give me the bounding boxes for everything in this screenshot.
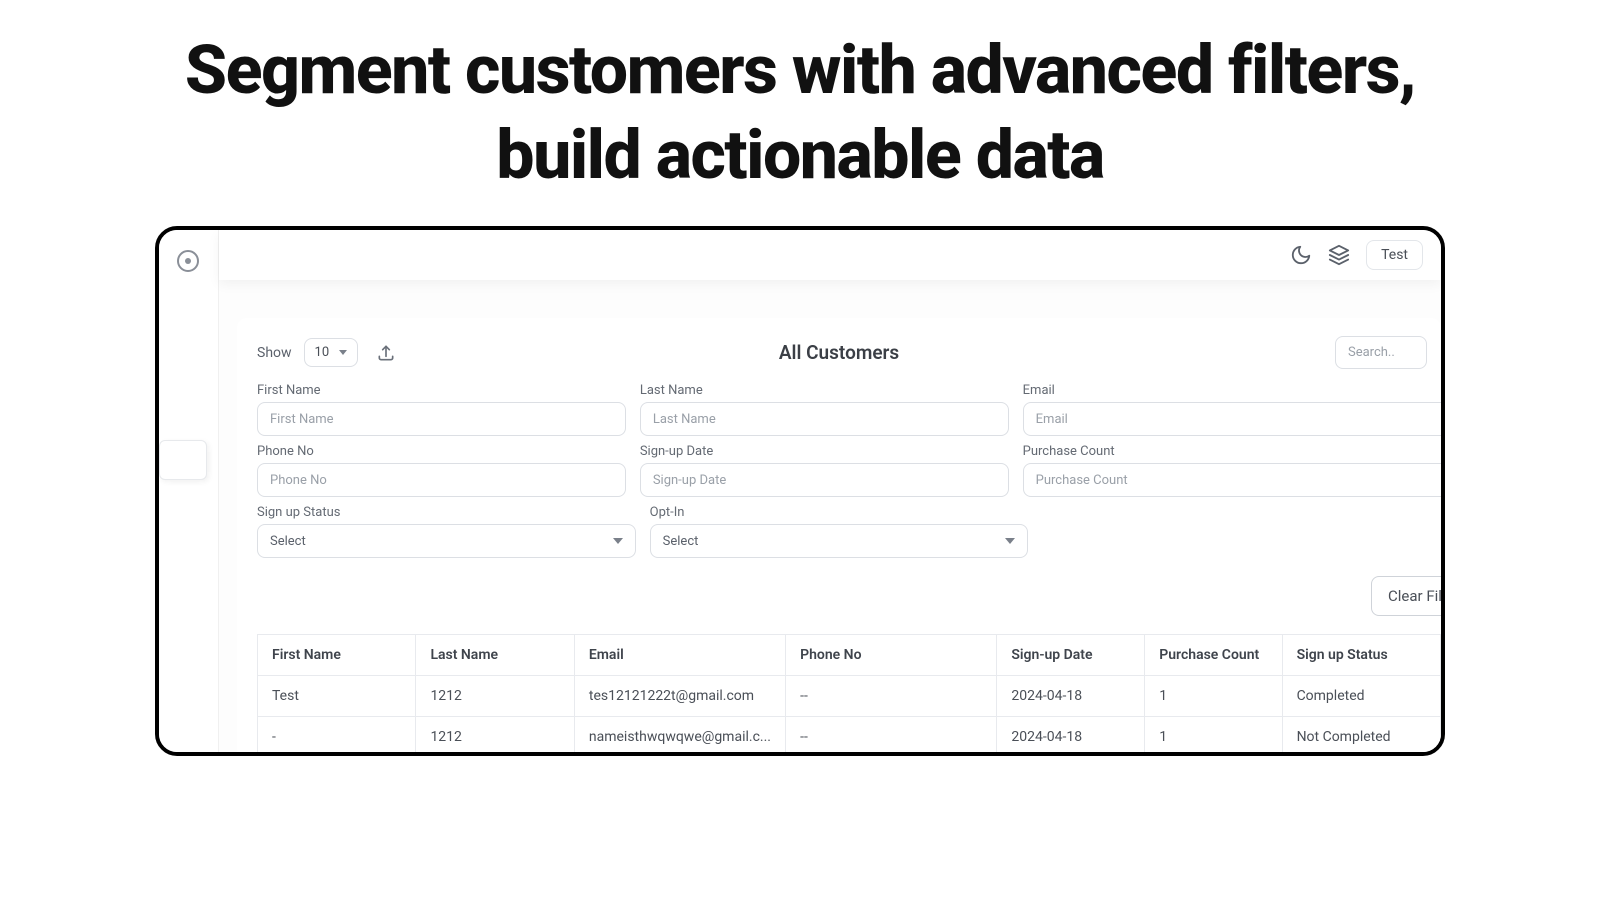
cell-phone: -- <box>786 717 997 757</box>
filter-last-name: Last Name Last Name <box>640 383 1009 436</box>
th-email[interactable]: Email <box>574 635 785 676</box>
cell-first-name: - <box>258 717 416 757</box>
page-size-value: 10 <box>315 345 330 360</box>
dark-mode-icon[interactable] <box>1290 244 1312 266</box>
panel-toolbar: Show 10 All Customers Search.. <box>237 336 1441 369</box>
signup-status-label: Sign up Status <box>257 505 636 520</box>
chevron-down-icon <box>1005 538 1015 544</box>
table-row[interactable]: - 1212 nameisthwqwqwe@gmail.c... -- 2024… <box>258 717 1441 757</box>
cell-purchase-count: 1 <box>1145 717 1282 757</box>
filter-purchase-count: Purchase Count Purchase Count <box>1023 444 1421 497</box>
opt-in-label: Opt-In <box>650 505 1029 520</box>
app-screenshot-frame: Test Show 10 All Customers Search.. Firs… <box>155 226 1445 756</box>
clear-filters-row: Clear Fil <box>237 566 1441 634</box>
target-icon[interactable] <box>177 250 199 272</box>
cell-signup-date: 2024-04-18 <box>997 717 1145 757</box>
signup-status-select[interactable]: Select <box>257 524 636 558</box>
table-header-row: First Name Last Name Email Phone No Sign… <box>258 635 1441 676</box>
opt-in-value: Select <box>663 534 699 549</box>
signup-status-value: Select <box>270 534 306 549</box>
export-icon[interactable] <box>372 339 400 367</box>
filter-row-3: Sign up Status Select Opt-In Select <box>237 505 1441 558</box>
filter-row-2: Phone No Phone No Sign-up Date Sign-up D… <box>237 444 1441 497</box>
headline-line-1: Segment customers with advanced filters, <box>185 30 1415 110</box>
cell-last-name: 1212 <box>416 717 574 757</box>
cell-phone: -- <box>786 676 997 717</box>
cell-signup-status: Completed <box>1282 676 1440 717</box>
last-name-label: Last Name <box>640 383 1009 398</box>
filter-opt-in: Opt-In Select <box>650 505 1029 558</box>
th-signup-status[interactable]: Sign up Status <box>1282 635 1440 676</box>
cell-last-name: 1212 <box>416 676 574 717</box>
th-first-name[interactable]: First Name <box>258 635 416 676</box>
cell-signup-date: 2024-04-18 <box>997 676 1145 717</box>
left-sidebar <box>159 230 219 752</box>
sidebar-active-tab-indicator[interactable] <box>159 440 207 480</box>
headline-line-2: build actionable data <box>496 115 1103 195</box>
th-purchase-count[interactable]: Purchase Count <box>1145 635 1282 676</box>
chevron-down-icon <box>339 350 347 355</box>
cell-email: nameisthwqwqwe@gmail.c... <box>574 717 785 757</box>
filter-signup-status: Sign up Status Select <box>257 505 636 558</box>
purchase-count-label: Purchase Count <box>1023 444 1421 459</box>
marketing-headline: Segment customers with advanced filters,… <box>0 0 1600 208</box>
cell-email: tes12121222t@gmail.com <box>574 676 785 717</box>
email-input[interactable]: Email <box>1023 402 1445 436</box>
first-name-input[interactable]: First Name <box>257 402 626 436</box>
purchase-count-input[interactable]: Purchase Count <box>1023 463 1445 497</box>
phone-label: Phone No <box>257 444 626 459</box>
phone-input[interactable]: Phone No <box>257 463 626 497</box>
chevron-down-icon <box>613 538 623 544</box>
top-bar: Test <box>219 230 1441 280</box>
opt-in-select[interactable]: Select <box>650 524 1029 558</box>
filter-row-1: First Name First Name Last Name Last Nam… <box>237 383 1441 436</box>
table-row[interactable]: Test 1212 tes12121222t@gmail.com -- 2024… <box>258 676 1441 717</box>
customers-panel: Show 10 All Customers Search.. First Nam… <box>237 318 1441 756</box>
filter-email: Email Email <box>1023 383 1421 436</box>
page-size-select[interactable]: 10 <box>304 338 359 367</box>
cell-first-name: Test <box>258 676 416 717</box>
signup-date-label: Sign-up Date <box>640 444 1009 459</box>
th-signup-date[interactable]: Sign-up Date <box>997 635 1145 676</box>
search-input[interactable]: Search.. <box>1335 336 1427 369</box>
show-label: Show <box>257 345 292 361</box>
th-phone[interactable]: Phone No <box>786 635 997 676</box>
layers-icon[interactable] <box>1328 244 1350 266</box>
cell-purchase-count: 1 <box>1145 676 1282 717</box>
cell-signup-status: Not Completed <box>1282 717 1440 757</box>
filter-phone: Phone No Phone No <box>257 444 626 497</box>
first-name-label: First Name <box>257 383 626 398</box>
filter-first-name: First Name First Name <box>257 383 626 436</box>
clear-filters-button[interactable]: Clear Fil <box>1371 576 1445 616</box>
email-label: Email <box>1023 383 1421 398</box>
account-menu[interactable]: Test <box>1366 240 1423 270</box>
last-name-input[interactable]: Last Name <box>640 402 1009 436</box>
signup-date-input[interactable]: Sign-up Date <box>640 463 1009 497</box>
filter-signup-date: Sign-up Date Sign-up Date <box>640 444 1009 497</box>
content-area: Show 10 All Customers Search.. First Nam… <box>219 300 1441 752</box>
th-last-name[interactable]: Last Name <box>416 635 574 676</box>
page-title: All Customers <box>779 341 899 364</box>
customers-table: First Name Last Name Email Phone No Sign… <box>257 634 1441 756</box>
